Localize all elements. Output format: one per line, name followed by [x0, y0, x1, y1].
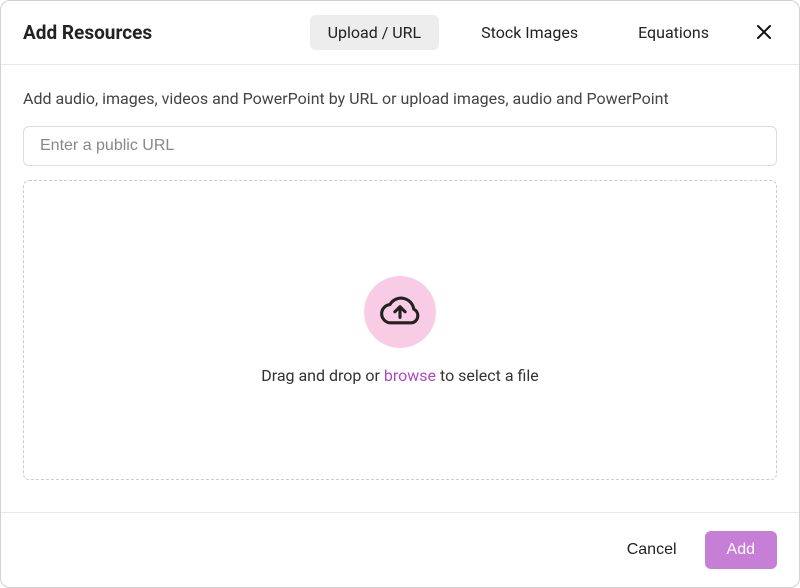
modal-footer: Cancel Add: [1, 512, 799, 587]
dropzone-prefix: Drag and drop or: [261, 366, 384, 385]
modal-body: Add audio, images, videos and PowerPoint…: [1, 65, 799, 512]
add-button[interactable]: Add: [705, 531, 777, 569]
tab-upload-url[interactable]: Upload / URL: [310, 15, 440, 50]
add-resources-modal: Add Resources Upload / URL Stock Images …: [0, 0, 800, 588]
dropzone-suffix: to select a file: [436, 366, 539, 385]
modal-title: Add Resources: [23, 21, 310, 44]
modal-header: Add Resources Upload / URL Stock Images …: [1, 1, 799, 65]
close-button[interactable]: [751, 20, 777, 46]
description-text: Add audio, images, videos and PowerPoint…: [23, 89, 777, 108]
url-input[interactable]: [23, 126, 777, 166]
browse-link[interactable]: browse: [384, 366, 436, 385]
tab-equations[interactable]: Equations: [620, 15, 727, 50]
upload-icon-circle: [364, 276, 436, 348]
cloud-upload-icon: [378, 288, 422, 336]
tab-stock-images[interactable]: Stock Images: [463, 15, 596, 50]
tabs: Upload / URL Stock Images Equations: [310, 15, 727, 50]
close-icon: [756, 21, 772, 45]
cancel-button[interactable]: Cancel: [617, 533, 687, 567]
dropzone-text: Drag and drop or browse to select a file: [261, 366, 539, 385]
file-dropzone[interactable]: Drag and drop or browse to select a file: [23, 180, 777, 480]
